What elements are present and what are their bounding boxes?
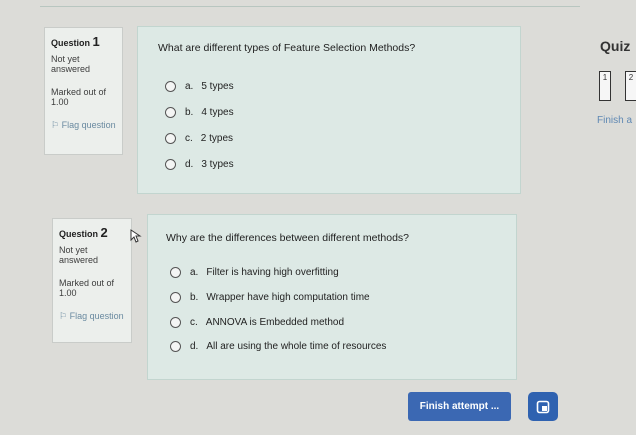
question-1-content: What are different types of Feature Sele… — [137, 26, 521, 194]
option-letter: a. — [185, 81, 194, 92]
question-2-option-a[interactable]: a. Filter is having high overfitting — [170, 267, 339, 278]
option-letter: b. — [185, 107, 194, 118]
radio-button[interactable] — [165, 133, 176, 144]
quiz-navigation-title: Quiz — [600, 38, 631, 54]
option-letter: a. — [190, 267, 199, 278]
question-2-option-d[interactable]: d. All are using the whole time of resou… — [170, 341, 386, 352]
question-2-option-b[interactable]: b. Wrapper have high computation time — [170, 292, 370, 303]
flag-icon: ⚐ — [59, 311, 68, 321]
radio-button[interactable] — [165, 81, 176, 92]
radio-button[interactable] — [165, 107, 176, 118]
option-letter: c. — [185, 133, 193, 144]
option-letter: c. — [190, 317, 198, 328]
option-text: Wrapper have high computation time — [206, 292, 370, 303]
question-number: 1 — [92, 34, 100, 49]
option-text: 5 types — [201, 81, 234, 92]
nav-question-2[interactable]: 2 — [625, 71, 636, 101]
question-1-info: Question 1 Not yet answered Marked out o… — [44, 27, 123, 155]
radio-button[interactable] — [165, 159, 176, 170]
question-label: Question — [51, 38, 91, 48]
flag-label: Flag question — [69, 311, 124, 321]
finish-attempt-button[interactable]: Finish attempt ... — [408, 392, 511, 421]
question-number: 2 — [100, 225, 108, 240]
timer-toggle-button[interactable] — [528, 392, 558, 421]
question-1-title: Question 1 — [51, 34, 116, 49]
question-2-marked: Marked out of 1.00 — [59, 278, 115, 298]
option-text: 4 types — [201, 107, 234, 118]
option-letter: d. — [190, 341, 199, 352]
finish-attempt-link[interactable]: Finish a — [597, 115, 632, 126]
question-2-content: Why are the differences between differen… — [147, 214, 517, 380]
flag-question-1[interactable]: ⚐ Flag question — [51, 120, 116, 131]
option-text: ANNOVA is Embedded method — [205, 317, 344, 328]
expand-icon — [536, 400, 550, 413]
question-1-text: What are different types of Feature Sele… — [158, 42, 416, 54]
option-text: All are using the whole time of resource… — [206, 341, 387, 352]
mouse-cursor-icon — [130, 229, 142, 243]
option-text: 3 types — [201, 159, 234, 170]
radio-button[interactable] — [170, 292, 181, 303]
question-1-state: Not yet answered — [51, 54, 91, 74]
radio-button[interactable] — [170, 341, 181, 352]
radio-button[interactable] — [170, 317, 181, 328]
question-2-state: Not yet answered — [59, 245, 99, 265]
question-1-marked: Marked out of 1.00 — [51, 87, 107, 107]
option-text: Filter is having high overfitting — [206, 267, 339, 278]
question-2-option-c[interactable]: c. ANNOVA is Embedded method — [170, 317, 344, 328]
header-divider — [40, 0, 580, 7]
option-letter: d. — [185, 159, 194, 170]
nav-question-1[interactable]: 1 — [599, 71, 611, 101]
question-2-info: Question 2 Not yet answered Marked out o… — [52, 218, 132, 343]
question-1-option-d[interactable]: d. 3 types — [165, 159, 234, 170]
question-1-option-a[interactable]: a. 5 types — [165, 81, 234, 92]
radio-button[interactable] — [170, 267, 181, 278]
option-letter: b. — [190, 292, 199, 303]
option-text: 2 types — [200, 133, 234, 144]
question-1-option-b[interactable]: b. 4 types — [165, 107, 234, 118]
flag-icon: ⚐ — [51, 120, 60, 130]
flag-question-2[interactable]: ⚐ Flag question — [59, 311, 125, 322]
question-2-title: Question 2 — [59, 225, 125, 240]
question-2-text: Why are the differences between differen… — [166, 232, 410, 244]
question-label: Question — [59, 229, 99, 239]
flag-label: Flag question — [61, 120, 116, 130]
question-1-option-c[interactable]: c. 2 types — [165, 133, 233, 144]
